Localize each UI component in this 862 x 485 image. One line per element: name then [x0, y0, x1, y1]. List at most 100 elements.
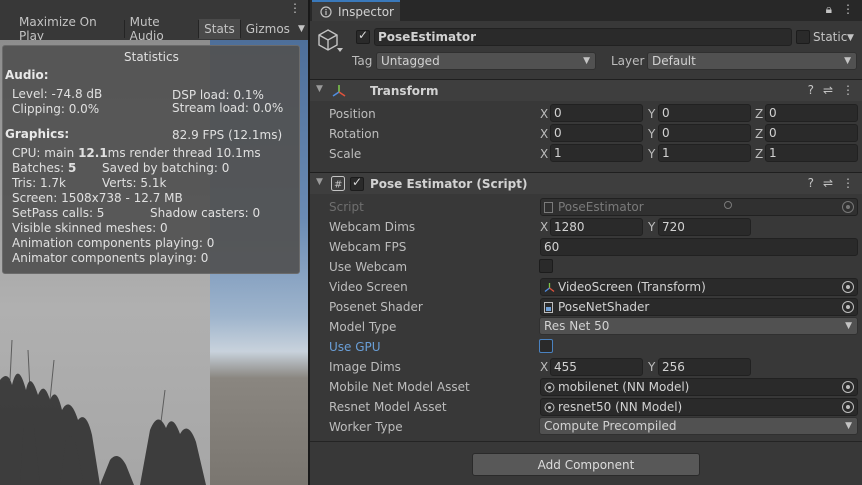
chevron-down-icon: ▼ — [845, 421, 852, 431]
foldout-arrow-icon[interactable]: ▼ — [316, 177, 323, 187]
tris: Tris: 1.7k — [12, 176, 66, 190]
gizmos-dropdown-arrow-icon[interactable]: ▼ — [295, 19, 308, 39]
ping-object-icon — [724, 201, 732, 209]
help-icon[interactable]: ? — [808, 176, 814, 190]
image-dims-label: Image Dims — [329, 360, 401, 374]
use-webcam-label: Use Webcam — [329, 260, 408, 274]
inspector-panel: Inspector 🔒︎ ⋮ PoseEstimator Static ▼ Ta… — [310, 0, 862, 485]
tab-inspector[interactable]: Inspector — [312, 0, 400, 21]
cpu-times: CPU: main 12.1ms render thread 10.1ms — [12, 146, 261, 160]
foldout-arrow-icon[interactable]: ▼ — [316, 84, 323, 94]
mobile-net-model-asset-label: Mobile Net Model Asset — [329, 380, 470, 394]
model-type-dropdown[interactable]: Res Net 50 ▼ — [539, 317, 858, 335]
mute-audio-button[interactable]: Mute Audio — [125, 15, 199, 43]
stats-button[interactable]: Stats — [199, 19, 240, 39]
transform-title: Transform — [370, 84, 439, 98]
kebab-menu-icon[interactable]: ⋮ — [842, 2, 854, 17]
setpass-calls: SetPass calls: 5 — [12, 206, 105, 220]
game-toolbar: ⋮ Maximize On Play Mute Audio Stats Gizm… — [0, 0, 308, 43]
tag-label: Tag — [352, 54, 373, 68]
use-webcam-checkbox[interactable] — [539, 259, 553, 273]
maximize-on-play-button[interactable]: Maximize On Play — [14, 15, 124, 43]
object-picker-icon[interactable] — [842, 301, 854, 313]
webcam-dims-label: Webcam Dims — [329, 220, 416, 234]
model-type-label: Model Type — [329, 320, 397, 334]
dsp-load: DSP load: 0.1% — [172, 88, 264, 102]
object-picker-icon[interactable] — [842, 401, 854, 413]
svg-text:#: # — [334, 180, 342, 191]
rotation-x-field[interactable]: 0 — [550, 124, 643, 142]
graphics-header: Graphics: — [5, 127, 70, 141]
object-picker-icon[interactable] — [842, 381, 854, 393]
object-picker-icon — [842, 201, 854, 213]
shader-file-icon — [544, 301, 553, 313]
image-dims-y-field[interactable]: 256 — [658, 358, 751, 376]
kebab-menu-icon[interactable]: ⋮ — [842, 83, 854, 97]
position-x-field[interactable]: 0 — [550, 104, 643, 122]
scale-z-field[interactable]: 1 — [765, 144, 858, 162]
worker-type-label: Worker Type — [329, 420, 403, 434]
verts: Verts: 5.1k — [102, 176, 167, 190]
webcam-dims-y-field[interactable]: 720 — [658, 218, 751, 236]
image-dims-x-field[interactable]: 455 — [550, 358, 643, 376]
layer-label: Layer — [611, 54, 645, 68]
kebab-menu-icon[interactable]: ⋮ — [289, 1, 301, 15]
scale-y-field[interactable]: 1 — [658, 144, 751, 162]
shadow-casters: Shadow casters: 0 — [150, 206, 261, 220]
mobile-net-model-asset-field[interactable]: mobilenet (NN Model) — [540, 378, 858, 396]
gameobject-name-field[interactable]: PoseEstimator — [374, 28, 792, 46]
static-label[interactable]: Static — [813, 30, 847, 44]
video-screen-field[interactable]: VideoScreen (Transform) — [540, 278, 858, 296]
webcam-dims-x-field[interactable]: 1280 — [550, 218, 643, 236]
worker-type-dropdown[interactable]: Compute Precompiled ▼ — [539, 417, 858, 435]
audio-header: Audio: — [5, 68, 49, 82]
component-enabled-checkbox[interactable] — [350, 175, 364, 191]
add-component-button[interactable]: Add Component — [472, 453, 700, 476]
transform-header[interactable]: ▼ Transform ? ⇌ ⋮ — [310, 79, 862, 101]
script-file-icon — [544, 201, 553, 213]
scale-x-field[interactable]: 1 — [550, 144, 643, 162]
layer-dropdown[interactable]: Default ▼ — [647, 52, 857, 70]
animation-components: Animation components playing: 0 — [12, 236, 215, 250]
fps-value: 82.9 FPS (12.1ms) — [172, 128, 283, 142]
screen-info: Screen: 1508x738 - 12.7 MB — [12, 191, 183, 205]
webcam-fps-field[interactable]: 60 — [540, 238, 858, 256]
gameobject-active-checkbox[interactable] — [356, 28, 370, 44]
nn-model-icon — [544, 382, 555, 392]
preset-sliders-icon[interactable]: ⇌ — [823, 176, 833, 190]
inspector-tabbar: Inspector 🔒︎ ⋮ — [310, 0, 862, 21]
pose-estimator-title: Pose Estimator (Script) — [370, 177, 528, 191]
batches: Batches: 5 — [12, 161, 77, 175]
static-checkbox[interactable] — [796, 30, 810, 44]
gizmos-button[interactable]: Gizmos — [241, 19, 295, 39]
transform-axes-icon — [544, 282, 555, 292]
position-y-field[interactable]: 0 — [658, 104, 751, 122]
static-dropdown-arrow-icon[interactable]: ▼ — [847, 33, 854, 43]
pose-estimator-header[interactable]: ▼ # Pose Estimator (Script) ? ⇌ ⋮ — [310, 172, 862, 194]
clipping: Clipping: 0.0% — [12, 102, 100, 116]
components-end-divider — [310, 441, 862, 442]
video-screen-label: Video Screen — [329, 280, 408, 294]
script-hash-icon: # — [331, 176, 345, 191]
script-label: Script — [329, 200, 364, 214]
position-z-field[interactable]: 0 — [765, 104, 858, 122]
rotation-y-field[interactable]: 0 — [658, 124, 751, 142]
chevron-down-icon: ▼ — [844, 56, 851, 66]
tag-dropdown[interactable]: Untagged ▼ — [376, 52, 596, 70]
resnet-model-asset-field[interactable]: resnet50 (NN Model) — [540, 398, 858, 416]
help-icon[interactable]: ? — [808, 83, 814, 97]
posenet-shader-field[interactable]: PoseNetShader — [540, 298, 858, 316]
audio-level: Level: -74.8 dB — [12, 87, 103, 101]
rotation-z-field[interactable]: 0 — [765, 124, 858, 142]
lock-icon[interactable]: 🔒︎ — [826, 2, 832, 17]
saved-by-batching: Saved by batching: 0 — [102, 161, 230, 175]
object-picker-icon[interactable] — [842, 281, 854, 293]
animator-components: Animator components playing: 0 — [12, 251, 209, 265]
use-gpu-label: Use GPU — [329, 340, 381, 354]
visible-skinned-meshes: Visible skinned meshes: 0 — [12, 221, 168, 235]
use-gpu-checkbox[interactable] — [539, 339, 553, 353]
gameobject-cube-icon[interactable] — [316, 27, 346, 57]
stats-title: Statistics — [124, 50, 179, 64]
kebab-menu-icon[interactable]: ⋮ — [842, 176, 854, 190]
preset-sliders-icon[interactable]: ⇌ — [823, 83, 833, 97]
